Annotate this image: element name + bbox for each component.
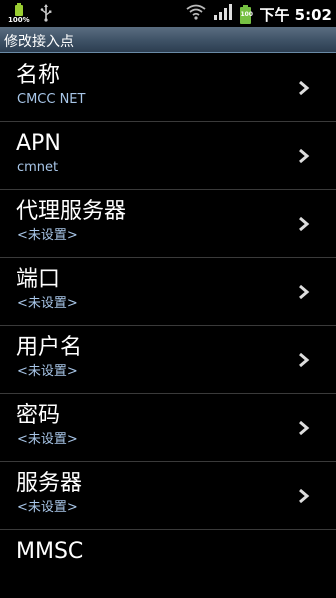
clock: 下午 5:02: [259, 5, 332, 24]
list-item-value: <未设置>: [17, 364, 78, 379]
signal-icon: [214, 4, 233, 24]
list-item-title: 密码: [16, 403, 61, 428]
list-item-title: 用户名: [16, 335, 83, 360]
list-item-title: MMSC: [16, 539, 84, 564]
apn-settings-list: 名称 CMCC NET APN cmnet 代理服务器 <未设置> 端口 <未设…: [0, 54, 336, 598]
battery-level-label: 100: [240, 10, 253, 18]
chevron-right-icon: [299, 352, 310, 368]
battery-small-icon: 100%: [8, 3, 30, 24]
list-item-title: 名称: [16, 63, 61, 88]
chevron-right-icon: [299, 148, 310, 164]
status-left: 100%: [8, 3, 52, 25]
chevron-right-icon: [299, 80, 310, 96]
page-title: 修改接入点: [4, 34, 74, 50]
list-item-proxy[interactable]: 代理服务器 <未设置>: [0, 190, 336, 258]
chevron-right-icon: [299, 420, 310, 436]
list-item-password[interactable]: 密码 <未设置>: [0, 394, 336, 462]
list-item-mmsc[interactable]: MMSC: [0, 530, 336, 598]
list-item-username[interactable]: 用户名 <未设置>: [0, 326, 336, 394]
list-item-value: CMCC NET: [17, 92, 86, 107]
status-right: 100 下午 5:02: [186, 3, 332, 25]
list-item-value: cmnet: [17, 160, 59, 175]
usb-icon: [40, 4, 52, 26]
list-item-title: 代理服务器: [16, 199, 127, 224]
list-item-value: <未设置>: [17, 296, 78, 311]
list-item-name[interactable]: 名称 CMCC NET: [0, 54, 336, 122]
list-item-value: <未设置>: [17, 500, 78, 515]
battery-icon: 100: [240, 4, 253, 24]
list-item-title: APN: [16, 131, 61, 156]
list-item-apn[interactable]: APN cmnet: [0, 122, 336, 190]
list-item-value: <未设置>: [17, 228, 78, 243]
list-item-title: 端口: [16, 267, 61, 292]
list-item-value: <未设置>: [17, 432, 78, 447]
list-item-server[interactable]: 服务器 <未设置>: [0, 462, 336, 530]
list-item-port[interactable]: 端口 <未设置>: [0, 258, 336, 326]
wifi-icon: [186, 4, 207, 24]
list-item-title: 服务器: [16, 471, 83, 496]
chevron-right-icon: [299, 284, 310, 300]
battery-percent-label: 100%: [8, 16, 30, 24]
chevron-right-icon: [299, 488, 310, 504]
title-bar: 修改接入点: [0, 27, 336, 53]
chevron-right-icon: [299, 216, 310, 232]
status-bar: 100% 100 下午 5:02: [0, 0, 336, 27]
